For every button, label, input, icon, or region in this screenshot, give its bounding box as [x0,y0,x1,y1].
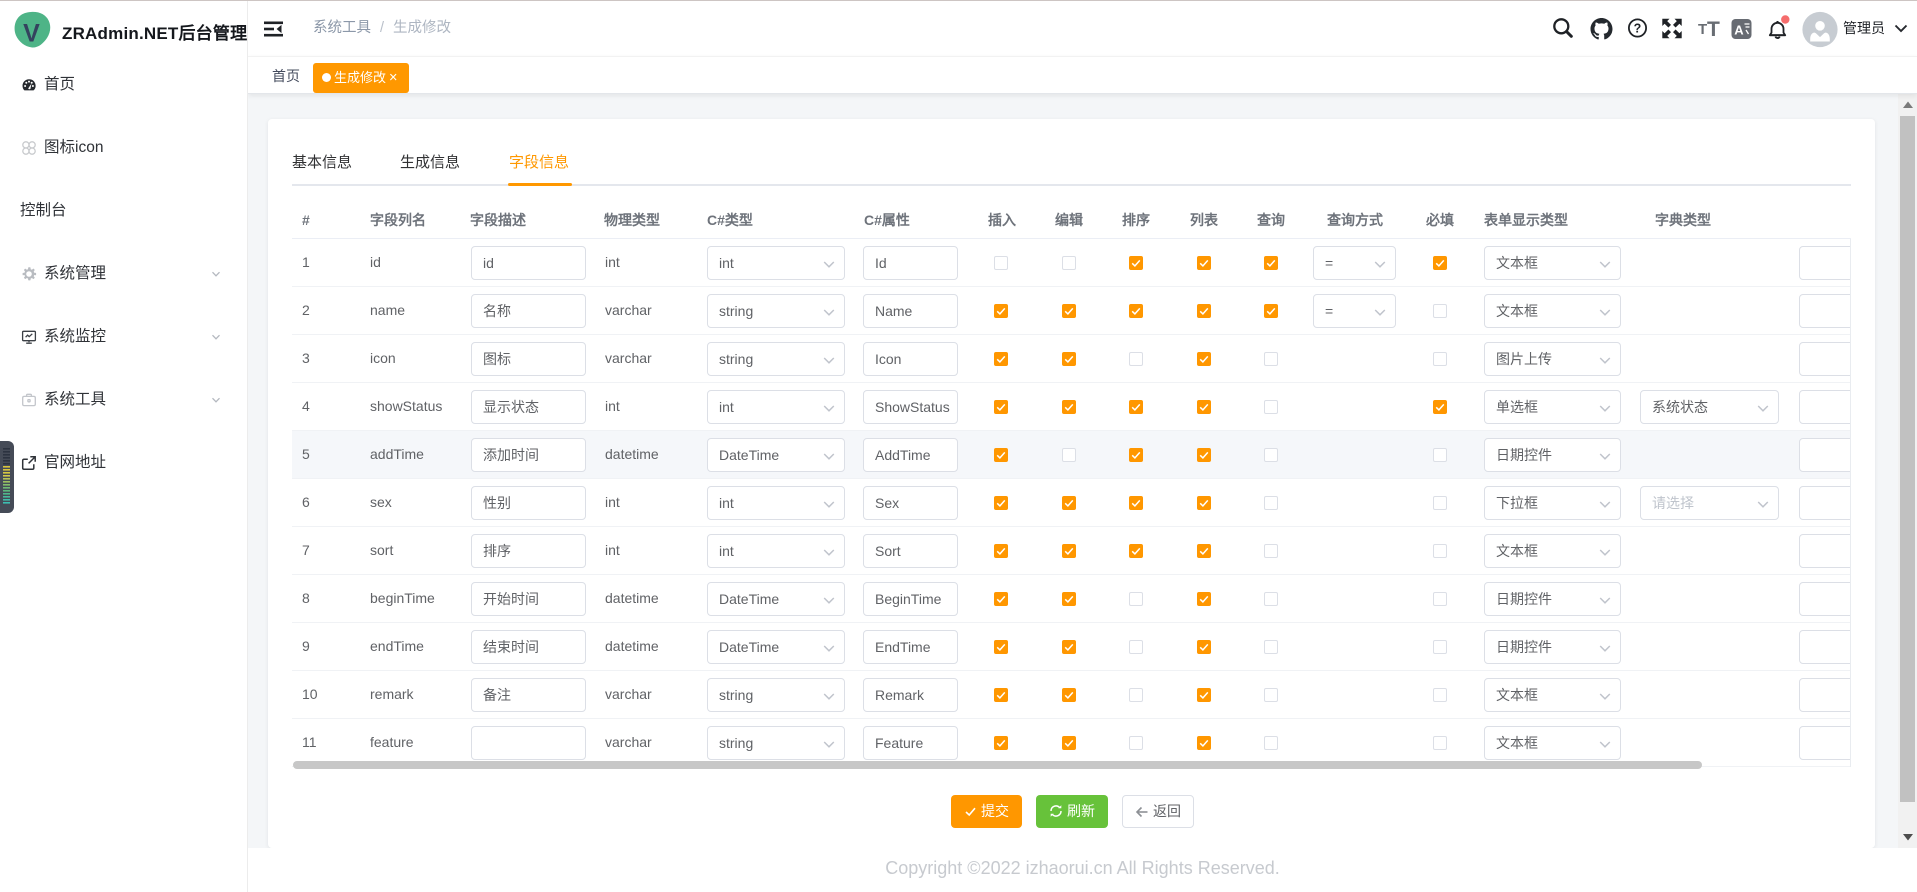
svg-text:A: A [1734,23,1744,38]
svg-text:V: V [23,19,40,47]
svg-text:T: T [1698,21,1707,38]
svg-text:T: T [1707,18,1720,41]
svg-text:?: ? [1634,22,1642,36]
